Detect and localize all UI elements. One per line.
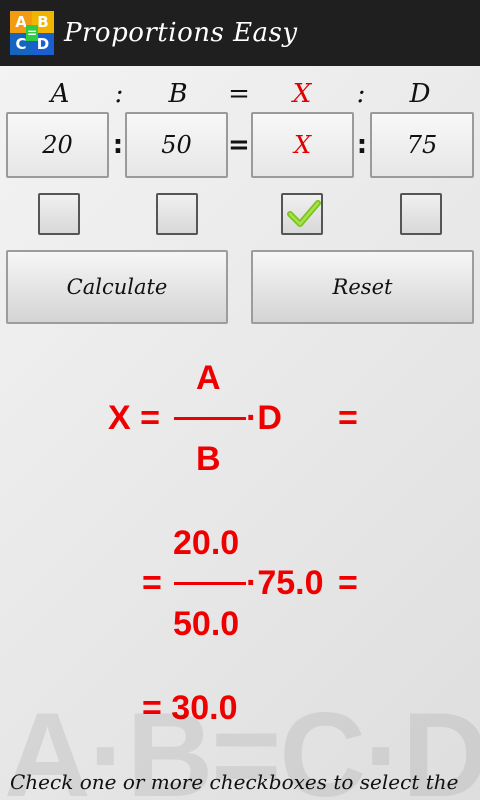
d-input[interactable]: 75 xyxy=(370,112,474,178)
logo-equals: = xyxy=(26,25,38,41)
values-numerator: 20.0 xyxy=(173,524,240,562)
action-bar: A B C D = Proportions Easy xyxy=(0,0,480,66)
app-logo: A B C D = xyxy=(10,11,54,55)
header-b-label: B xyxy=(168,79,188,109)
values-fraction-line xyxy=(174,582,246,585)
x-checkbox[interactable] xyxy=(281,193,323,235)
reset-button[interactable]: Reset xyxy=(251,250,474,324)
input-equals: = xyxy=(228,130,250,160)
b-input[interactable]: 50 xyxy=(125,112,228,178)
b-checkbox[interactable] xyxy=(156,193,198,235)
header-equals: = xyxy=(228,79,250,109)
values-equals-2: = xyxy=(338,564,358,602)
formula-equals-1: = xyxy=(338,399,358,437)
values-multiplier: ·75.0 xyxy=(246,564,324,602)
calculate-button[interactable]: Calculate xyxy=(6,250,228,324)
header-a-label: A xyxy=(50,79,70,109)
x-input[interactable]: X xyxy=(251,112,354,178)
app-title: Proportions Easy xyxy=(64,18,298,48)
a-checkbox[interactable] xyxy=(38,193,80,235)
hint-text: Check one or more checkboxes to select t… xyxy=(10,770,459,794)
formula-denominator: B xyxy=(196,440,221,478)
formula-fraction-line xyxy=(174,417,246,420)
header-sep2: : xyxy=(356,79,366,109)
a-input[interactable]: 20 xyxy=(6,112,109,178)
formula-multiplier: ·D xyxy=(246,399,282,437)
d-checkbox[interactable] xyxy=(400,193,442,235)
formula-numerator: A xyxy=(196,359,221,397)
values-denominator: 50.0 xyxy=(173,605,240,643)
header-sep1: : xyxy=(114,79,124,109)
header-x-label: X xyxy=(292,79,312,109)
checkmark-icon xyxy=(287,200,321,227)
formula-lhs: X = xyxy=(108,399,160,437)
values-equals: = xyxy=(142,564,162,602)
input-sep2: : xyxy=(356,130,368,160)
header-d-label: D xyxy=(409,79,431,109)
